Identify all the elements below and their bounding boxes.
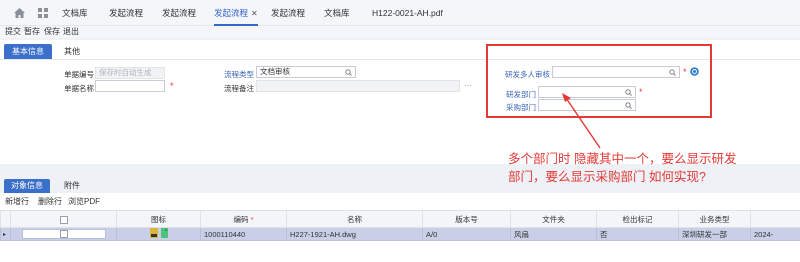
row-select-cell[interactable] <box>10 227 117 241</box>
add-row-button[interactable]: 新增行 <box>5 195 29 208</box>
row-marker-header <box>0 210 11 228</box>
home-icon[interactable] <box>14 8 25 18</box>
col-header-name[interactable]: 名称 <box>286 210 423 228</box>
tab-attachments[interactable]: 附件 <box>64 179 80 193</box>
annotation-line-2: 部门，要么显示采购部门 如何实现? <box>508 170 706 184</box>
row-version: A/0 <box>422 227 511 241</box>
row-checkout: 否 <box>596 227 679 241</box>
select-all-header[interactable] <box>10 210 117 228</box>
search-icon[interactable] <box>345 69 352 76</box>
col-header-code[interactable]: 编码 * <box>200 210 287 228</box>
col-header-code-label: 编码 <box>233 214 249 224</box>
flow-note-field <box>256 80 460 92</box>
row-biz-type: 深圳研发一部 <box>678 227 751 241</box>
save-button[interactable]: 保存 <box>44 26 60 38</box>
annotation-highlight-box <box>486 44 712 118</box>
annotation-text: 多个部门时 隐藏其中一个，要么显示研发 部门，要么显示采购部门 如何实现? <box>508 150 768 186</box>
more-icon[interactable]: ··· <box>464 81 472 90</box>
doc-name-label: 单据名称 <box>64 84 94 93</box>
tab-object-info[interactable]: 对象信息 <box>4 179 50 193</box>
dwg-file-icon <box>149 228 168 238</box>
tab-basic-info[interactable]: 基本信息 <box>4 44 52 59</box>
close-icon[interactable]: ✕ <box>251 9 258 18</box>
required-mark: * <box>170 81 174 91</box>
browse-pdf-button[interactable]: 浏览PDF <box>68 195 100 208</box>
row-pointer-icon: ▸ <box>0 227 11 241</box>
table-header-row: 图标 编码 * 名称 版本号 文件夹 检出标记 业务类型 <box>0 210 800 228</box>
flow-type-value: 文档审核 <box>260 67 290 76</box>
col-header-folder[interactable]: 文件夹 <box>510 210 597 228</box>
col-header-icon[interactable]: 图标 <box>116 210 201 228</box>
tab-pdf-file[interactable]: H122-0021-AH.pdf <box>372 0 443 26</box>
annotation-line-1: 多个部门时 隐藏其中一个，要么显示研发 <box>508 152 737 166</box>
tab-label: 发起流程 <box>214 8 249 18</box>
form-toolbar: 提交 暂存 保存 退出 <box>0 26 800 38</box>
doc-name-input[interactable] <box>95 80 165 92</box>
flow-type-label[interactable]: 流程类型 <box>210 69 254 80</box>
tab-bar: 文档库 发起流程 发起流程 发起流程 ✕ 发起流程 文档库 H122-0021-A… <box>0 0 800 26</box>
object-toolbar: 新增行 删除行 浏览PDF <box>0 195 800 208</box>
table-row[interactable]: ▸ 1000110440 H227-1921-AH.dwg A/0 风扇 否 深… <box>0 227 800 241</box>
tab-doc-library-2[interactable]: 文档库 <box>324 0 350 26</box>
tab-start-flow-4[interactable]: 发起流程 <box>271 0 305 26</box>
row-icon-cell <box>116 227 201 241</box>
object-info-section: 对象信息 附件 新增行 删除行 浏览PDF 图标 编码 * 名称 版本号 文件夹… <box>0 176 800 262</box>
tab-doc-library[interactable]: 文档库 <box>62 0 88 26</box>
doc-no-label: 单据编号 <box>64 70 94 79</box>
col-header-version[interactable]: 版本号 <box>422 210 511 228</box>
col-header-extra[interactable] <box>750 210 800 228</box>
col-header-checkout[interactable]: 检出标记 <box>596 210 679 228</box>
flow-note-label: 流程备注 <box>224 84 254 93</box>
object-table: 图标 编码 * 名称 版本号 文件夹 检出标记 业务类型 ▸ 100011044… <box>0 210 800 241</box>
row-extra: 2024- <box>750 227 800 241</box>
tab-start-flow-active[interactable]: 发起流程 ✕ <box>214 0 258 26</box>
flow-type-select[interactable]: 文档审核 <box>256 66 356 78</box>
tab-start-flow-1[interactable]: 发起流程 <box>109 0 143 26</box>
col-header-biz-type[interactable]: 业务类型 <box>678 210 751 228</box>
exit-button[interactable]: 退出 <box>63 26 79 38</box>
submit-button[interactable]: 提交 <box>5 26 21 38</box>
tab-other[interactable]: 其他 <box>64 44 80 59</box>
stash-button[interactable]: 暂存 <box>24 26 40 38</box>
row-code: 1000110440 <box>200 227 287 241</box>
select-all-checkbox[interactable] <box>59 215 68 224</box>
row-folder: 风扇 <box>510 227 597 241</box>
delete-row-button[interactable]: 删除行 <box>38 195 62 208</box>
required-mark: * <box>250 214 254 224</box>
doc-no-field: 保存时自动生成 <box>95 67 165 79</box>
tab-start-flow-2[interactable]: 发起流程 <box>162 0 196 26</box>
apps-grid-icon[interactable] <box>38 8 48 18</box>
row-checkbox[interactable] <box>59 230 68 239</box>
row-name: H227-1921-AH.dwg <box>286 227 423 241</box>
